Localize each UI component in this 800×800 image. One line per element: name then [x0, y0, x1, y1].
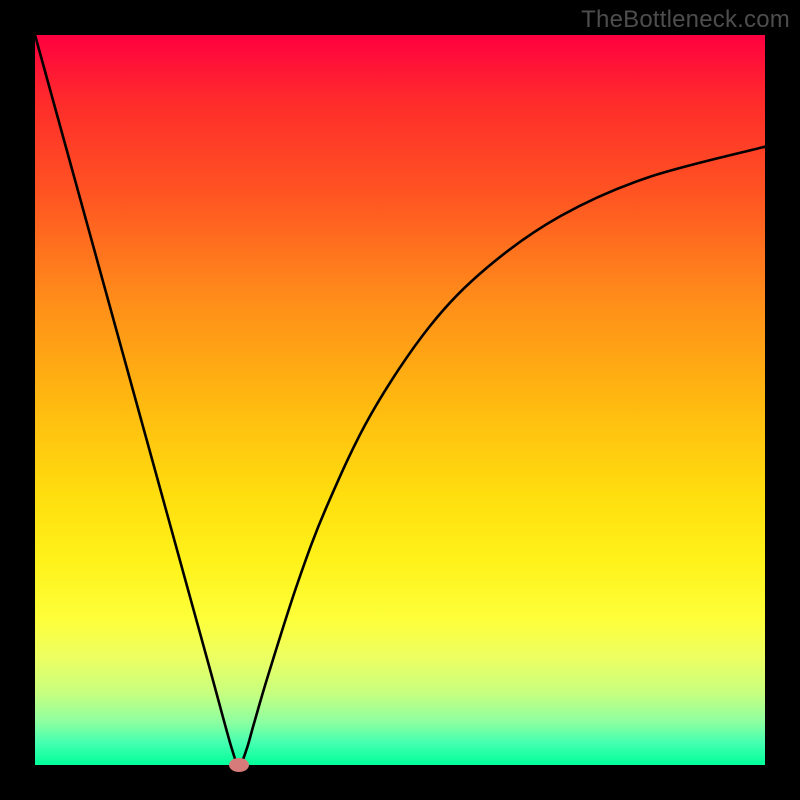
watermark-text: TheBottleneck.com [581, 6, 790, 34]
optimum-marker [229, 758, 249, 772]
plot-area [35, 35, 765, 765]
chart-frame: TheBottleneck.com [0, 0, 800, 800]
bottleneck-curve [35, 35, 765, 765]
